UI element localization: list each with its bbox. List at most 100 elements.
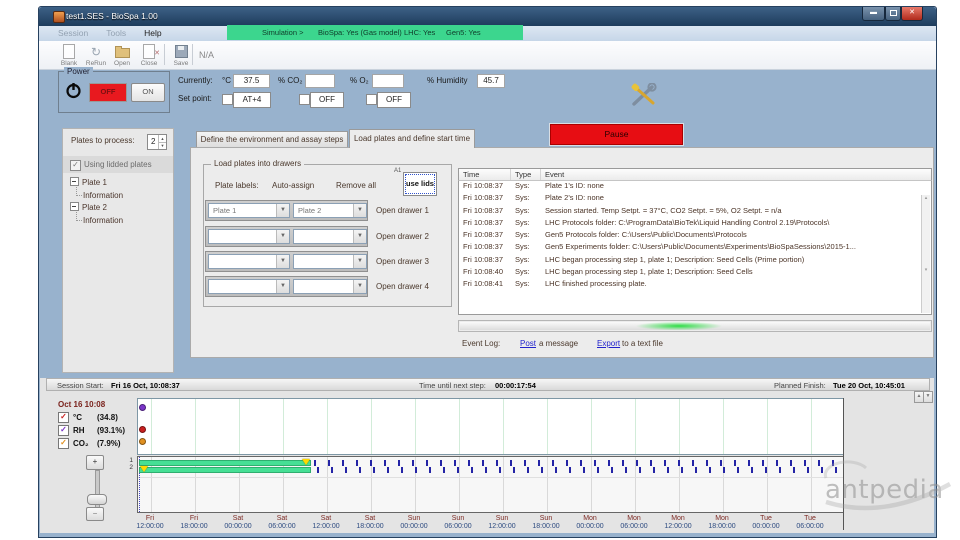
legend-checkbox[interactable]: ✓ [58,425,69,436]
title-bar: test1.SES - BioSpa 1.00 ▬ ✕ [39,7,936,26]
axis-tick-label: Sun12:00:00 [480,515,524,531]
collapse-icon[interactable] [70,202,79,211]
auto-assign-link[interactable]: Auto-assign [272,181,314,190]
spinner-up-icon[interactable]: ▲ [158,135,166,142]
plate-slot-dropdown[interactable]: ▼ [208,279,290,294]
plate-slot-dropdown[interactable]: ▼ [208,229,290,244]
plot-scroll-down-button[interactable]: ▼ [923,391,933,403]
close-button[interactable]: ✕ [901,7,923,21]
legend-checkbox[interactable]: ✓ [58,438,69,449]
plate-slot-dropdown[interactable]: Plate 1▼ [208,203,290,218]
gridline [239,399,240,454]
o2-setpoint-checkbox[interactable] [366,94,377,105]
collapse-icon[interactable] [70,177,79,186]
use-lids-button[interactable]: use lids [403,172,437,196]
axis-tick-label: Sun18:00:00 [524,515,568,531]
log-row[interactable]: Fri 10:08:37Sys:Plate 1's ID: none [459,181,931,193]
power-on-button[interactable]: ON [131,83,165,102]
gridline [459,457,460,512]
legend-row: ✓RH(93.1%) [58,424,125,437]
tree-node-information[interactable]: Information [70,190,171,203]
tree-node-information[interactable]: Information [70,215,171,228]
window-title: test1.SES - BioSpa 1.00 [66,11,158,21]
plate-slot-dropdown[interactable]: ▼ [208,254,290,269]
open-drawer-link[interactable]: Open drawer 1 [376,206,429,215]
schedule-tick [412,460,414,466]
log-row[interactable]: Fri 10:08:37Sys:Session started. Temp Se… [459,206,931,218]
axis-tick-label: Sat00:00:00 [216,515,260,531]
session-start-label: Session Start: [57,381,104,390]
co2-setpoint-checkbox[interactable] [299,94,310,105]
plate-slot-dropdown[interactable]: ▼ [293,254,367,269]
spinner-down-icon[interactable]: ▼ [158,142,166,149]
menu-item-help[interactable]: Help [135,26,170,38]
humidity-current-field[interactable]: 45.7 [477,74,505,88]
log-row[interactable]: Fri 10:08:37Sys:Gen5 Protocols folder: C… [459,230,931,242]
co2-current-field[interactable] [305,74,335,88]
temp-setpoint-button[interactable]: AT+4 [233,92,271,108]
schedule-tick [832,460,834,466]
co2-setpoint-button[interactable]: OFF [310,92,344,108]
save-button[interactable]: Save [168,43,194,67]
log-row[interactable]: Fri 10:08:37Sys:Gen5 Experiments folder:… [459,242,931,254]
tree-node-plate[interactable]: Plate 1 [70,177,171,190]
log-row[interactable]: Fri 10:08:40Sys:LHC began processing ste… [459,267,931,279]
schedule-tick [485,467,487,473]
plate-slot-dropdown[interactable]: Plate 2▼ [293,203,367,218]
power-off-button[interactable]: OFF [89,83,127,102]
o2-current-field[interactable] [372,74,404,88]
schedule-tick [835,467,837,473]
timeline-zoom-out-button[interactable]: − [86,507,104,521]
plates-count-spinner[interactable]: 2 ▲ ▼ [147,134,167,150]
open-drawer-link[interactable]: Open drawer 3 [376,257,429,266]
event-log-horizontal-scrollbar[interactable] [458,320,932,332]
schedule-tick [566,460,568,466]
pause-button[interactable]: Pause [550,124,683,145]
post-message-link[interactable]: Post [520,339,536,348]
menu-item-session[interactable]: Session [49,26,97,38]
minimize-button[interactable]: ▬ [862,7,885,21]
log-row[interactable]: Fri 10:08:41Sys:LHC finished processing … [459,279,931,291]
schedule-tick [384,460,386,466]
schedule-tick [709,467,711,473]
tools-wrench-icon [630,83,658,107]
plate-slot-dropdown[interactable]: ▼ [293,229,367,244]
menu-item-tools[interactable]: Tools [97,26,135,38]
export-link[interactable]: Export [597,339,620,348]
drawer-row: ▼▼ [205,226,368,247]
legend-series-name: RH [73,426,97,435]
log-row[interactable]: Fri 10:08:37Sys:LHC Protocols folder: C:… [459,218,931,230]
schedule-tick [594,460,596,466]
schedule-tick [692,460,694,466]
log-row[interactable]: Fri 10:08:37Sys:Plate 2's ID: none [459,193,931,205]
session-bar: Session Start: Fri 16 Oct, 10:08:37 Time… [46,378,930,391]
log-cell: Fri 10:08:37 [459,242,511,254]
close-session-button[interactable]: ✕Close [136,43,162,67]
temp-setpoint-checkbox[interactable] [222,94,233,105]
legend-series-value: (7.9%) [97,439,121,448]
log-cell: Fri 10:08:40 [459,267,511,279]
open-drawer-link[interactable]: Open drawer 2 [376,232,429,241]
temp-current-field[interactable]: 37.5 [233,74,270,88]
maximize-button[interactable] [885,7,901,21]
timeline-zoom-in-button[interactable]: + [86,455,104,470]
tab-load-plates[interactable]: Load plates and define start time [349,129,475,148]
event-log-vertical-scrollbar[interactable]: ▴▾ [921,195,930,313]
o2-setpoint-button[interactable]: OFF [377,92,411,108]
lidded-plates-checkbox[interactable]: ✓ [70,160,81,171]
status-segment[interactable]: Simulation > [262,28,303,37]
legend-checkbox[interactable]: ✓ [58,412,69,423]
rerun-arrow-icon: ↻ [91,45,101,59]
timeline-zoom-thumb[interactable] [87,494,107,505]
open-drawer-link[interactable]: Open drawer 4 [376,282,429,291]
plate-slot-dropdown[interactable]: ▼ [293,279,367,294]
remove-all-link[interactable]: Remove all [336,181,376,190]
log-row[interactable]: Fri 10:08:37Sys:LHC began processing ste… [459,255,931,267]
tree-node-plate[interactable]: Plate 2 [70,202,171,215]
event-log-header: TimeTypeEvent [458,168,932,181]
gridline [811,399,812,454]
legend-series-value: (34.8) [97,413,118,422]
tab-define-environment[interactable]: Define the environment and assay steps [196,131,348,148]
log-cell: Sys: [511,206,541,218]
plates-tree: Plate 1InformationPlate 2Information [70,177,171,227]
